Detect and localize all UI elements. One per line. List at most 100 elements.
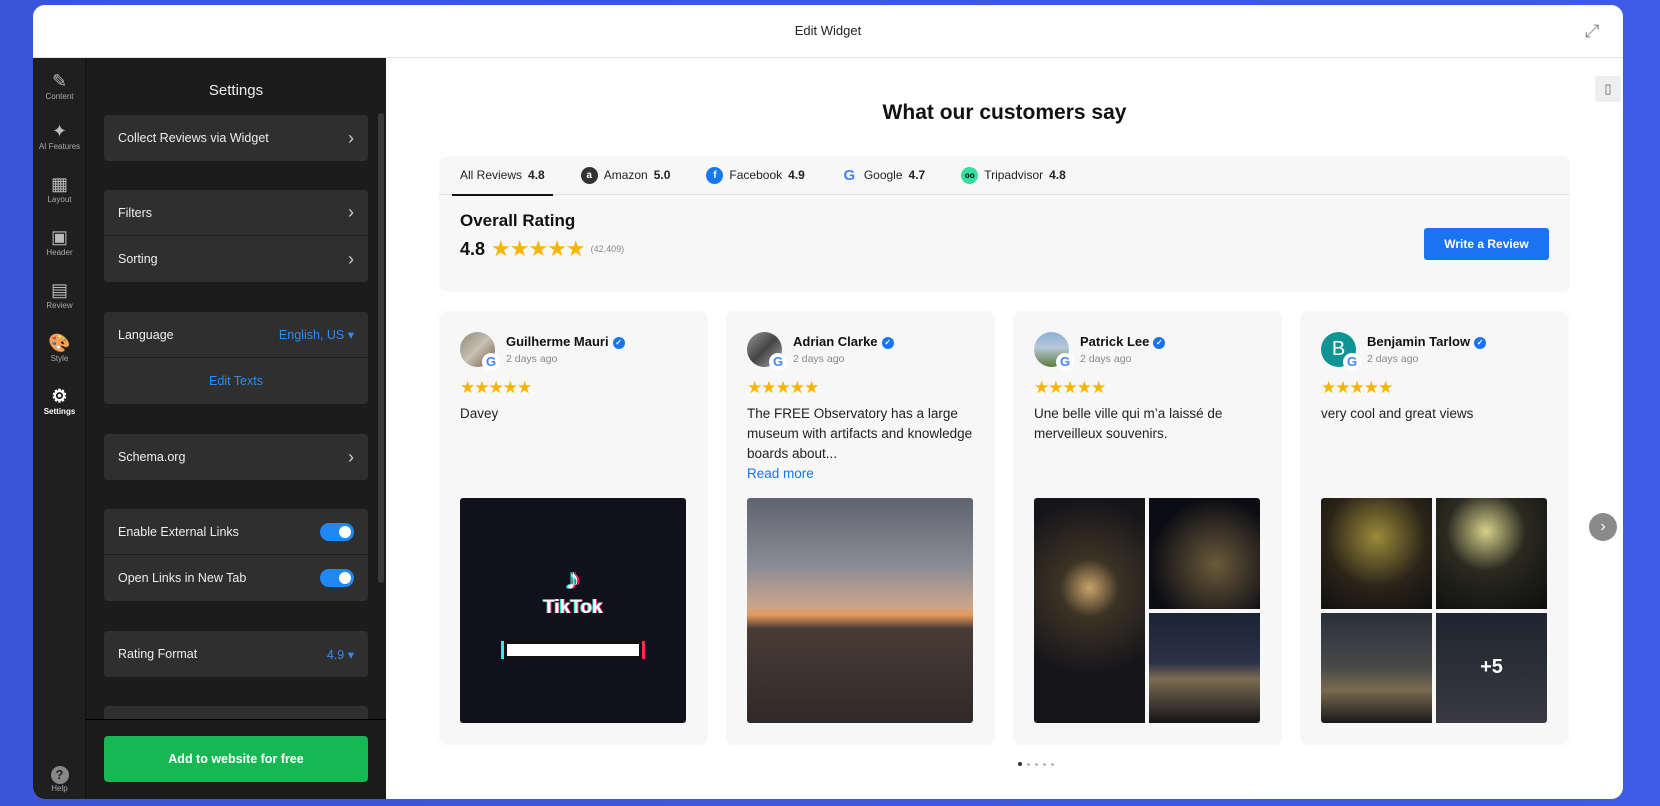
verified-icon: ✓ xyxy=(612,337,625,349)
review-stars: ★★★★★ xyxy=(1034,378,1106,397)
rail-label: Review xyxy=(46,301,73,310)
page-dot[interactable] xyxy=(1027,762,1030,766)
review-photo[interactable] xyxy=(1034,498,1145,723)
carousel-pagination xyxy=(1018,762,1054,766)
panel-footer: Add to website for free xyxy=(86,719,386,799)
chevron-right-icon: › xyxy=(348,127,354,148)
review-card: G Patrick Lee ✓ 2 days ago ★★★★★ Une bell… xyxy=(1013,311,1282,745)
schema-row[interactable]: Schema.org › xyxy=(104,434,368,480)
page-dot[interactable] xyxy=(1051,762,1054,766)
filters-row[interactable]: Filters › xyxy=(104,190,368,236)
reviewer-name[interactable]: Adrian Clarke ✓ xyxy=(793,334,894,349)
name-text: Guilherme Mauri xyxy=(506,334,609,349)
language-row: Language English, US ▾ xyxy=(104,312,368,358)
rail-item-ai-features[interactable]: ✦ AI Features xyxy=(33,120,86,151)
tiktok-icon: ♪ xyxy=(565,562,581,596)
collect-group: Collect Reviews via Widget › xyxy=(104,115,368,161)
chevron-right-icon: › xyxy=(348,446,354,467)
page-dot[interactable] xyxy=(1018,762,1022,766)
sorting-row[interactable]: Sorting › xyxy=(104,236,368,282)
language-select[interactable]: English, US ▾ xyxy=(279,327,354,342)
review-photo[interactable] xyxy=(747,498,973,723)
add-to-website-button[interactable]: Add to website for free xyxy=(104,736,368,782)
tab-google[interactable]: G Google 4.7 xyxy=(833,156,933,195)
reviewer-name[interactable]: Patrick Lee ✓ xyxy=(1080,334,1166,349)
rail-label: Content xyxy=(45,92,74,101)
google-icon: G xyxy=(482,353,500,371)
review-date: 2 days ago xyxy=(1367,353,1419,365)
review-photo[interactable] xyxy=(1436,498,1547,609)
tab-score: 4.7 xyxy=(908,168,926,182)
tab-label: Amazon xyxy=(603,168,648,182)
caret-down-icon: ▾ xyxy=(347,647,354,662)
settings-panel: Settings Collect Reviews via Widget › Fil… xyxy=(86,58,386,799)
rail-item-style[interactable]: 🎨 Style xyxy=(33,332,86,363)
tab-label: Google xyxy=(863,168,903,182)
rail-item-help[interactable]: ? Help xyxy=(33,766,86,793)
more-photos-overlay[interactable]: +5 xyxy=(1436,612,1547,723)
review-photo[interactable] xyxy=(1321,498,1432,609)
row-label: Filters xyxy=(118,205,153,220)
new-tab-row: Open Links in New Tab xyxy=(104,555,368,601)
review-date: 2 days ago xyxy=(1080,353,1132,365)
tab-all-reviews[interactable]: All Reviews 4.8 xyxy=(452,156,553,196)
write-review-button[interactable]: Write a Review xyxy=(1424,228,1549,260)
preview-area: ▯ What our customers say All Reviews 4.8 … xyxy=(386,58,1623,799)
external-links-toggle[interactable] xyxy=(320,522,354,541)
panel-scrollbar[interactable] xyxy=(378,113,384,583)
facebook-icon: f xyxy=(706,166,724,184)
tripadvisor-icon: oo xyxy=(961,166,979,184)
mobile-preview-icon[interactable]: ▯ xyxy=(1595,76,1621,102)
tab-label: Tripadvisor xyxy=(984,168,1044,182)
verified-icon: ✓ xyxy=(1153,337,1166,349)
review-card: G Guilherme Mauri ✓ 2 days ago ★★★★★ Dave… xyxy=(439,311,708,745)
reviewer-name[interactable]: Benjamin Tarlow ✓ xyxy=(1367,334,1487,349)
caret-down-icon: ▾ xyxy=(347,328,354,342)
new-tab-toggle[interactable] xyxy=(320,569,354,587)
edit-texts-link[interactable]: Edit Texts xyxy=(104,358,368,404)
verified-icon: ✓ xyxy=(881,337,894,349)
collect-reviews-row[interactable]: Collect Reviews via Widget › xyxy=(104,115,368,161)
reviewer-name[interactable]: Guilherme Mauri ✓ xyxy=(506,334,625,349)
next-arrow-button[interactable]: › xyxy=(1589,513,1617,541)
filter-group: Filters › Sorting › xyxy=(104,190,368,282)
review-photo[interactable] xyxy=(1149,612,1260,723)
rail-item-content[interactable]: ✎ Content xyxy=(33,70,86,101)
review-card: B G Benjamin Tarlow ✓ 2 days ago ★★★★★ ve… xyxy=(1300,311,1569,745)
rail-item-review[interactable]: ▤ Review xyxy=(33,279,86,310)
links-group: Enable External Links Open Links in New … xyxy=(104,509,368,601)
expand-icon[interactable]: ⤢ xyxy=(1585,21,1605,41)
layout-icon: ▦ xyxy=(50,174,68,194)
tab-amazon[interactable]: a Amazon 5.0 xyxy=(573,156,679,195)
page-dot[interactable] xyxy=(1035,762,1038,766)
rail-item-header[interactable]: ▣ Header xyxy=(33,226,86,257)
row-label: Collect Reviews via Widget xyxy=(118,131,269,145)
chevron-right-icon: › xyxy=(348,202,354,222)
page-dot[interactable] xyxy=(1043,762,1046,766)
widget-heading: What our customers say xyxy=(882,101,1127,124)
name-text: Patrick Lee xyxy=(1080,334,1150,349)
tiktok-bar xyxy=(504,640,642,659)
review-date: 2 days ago xyxy=(793,353,845,365)
review-photo[interactable]: ♪ TikTok xyxy=(460,498,686,723)
name-text: Adrian Clarke xyxy=(793,334,878,349)
review-body: The FREE Observatory has a large museum … xyxy=(747,406,973,461)
rail-item-layout[interactable]: ▦ Layout xyxy=(33,173,86,204)
tab-tripadvisor[interactable]: oo Tripadvisor 4.8 xyxy=(953,156,1074,195)
tiktok-logo: TikTok xyxy=(543,596,603,618)
review-photo[interactable] xyxy=(1149,498,1260,609)
review-text: Davey xyxy=(460,406,499,421)
tab-facebook[interactable]: f Facebook 4.9 xyxy=(698,156,812,195)
rating-format-select[interactable]: 4.9 ▾ xyxy=(327,647,354,662)
tab-label: Facebook xyxy=(729,168,783,182)
rail-label: Layout xyxy=(47,195,72,204)
review-photo[interactable] xyxy=(1321,612,1432,723)
rating-format-group: Rating Format 4.9 ▾ xyxy=(104,631,368,677)
gear-icon: ⚙ xyxy=(51,386,68,406)
review-count: (42,409) xyxy=(590,244,625,254)
header-icon: ▣ xyxy=(50,227,68,247)
rail-label: Help xyxy=(51,784,68,793)
review-stars: ★★★★★ xyxy=(1321,378,1393,397)
read-more-link[interactable]: Read more xyxy=(747,464,977,484)
rail-item-settings[interactable]: ⚙ Settings xyxy=(33,385,86,416)
